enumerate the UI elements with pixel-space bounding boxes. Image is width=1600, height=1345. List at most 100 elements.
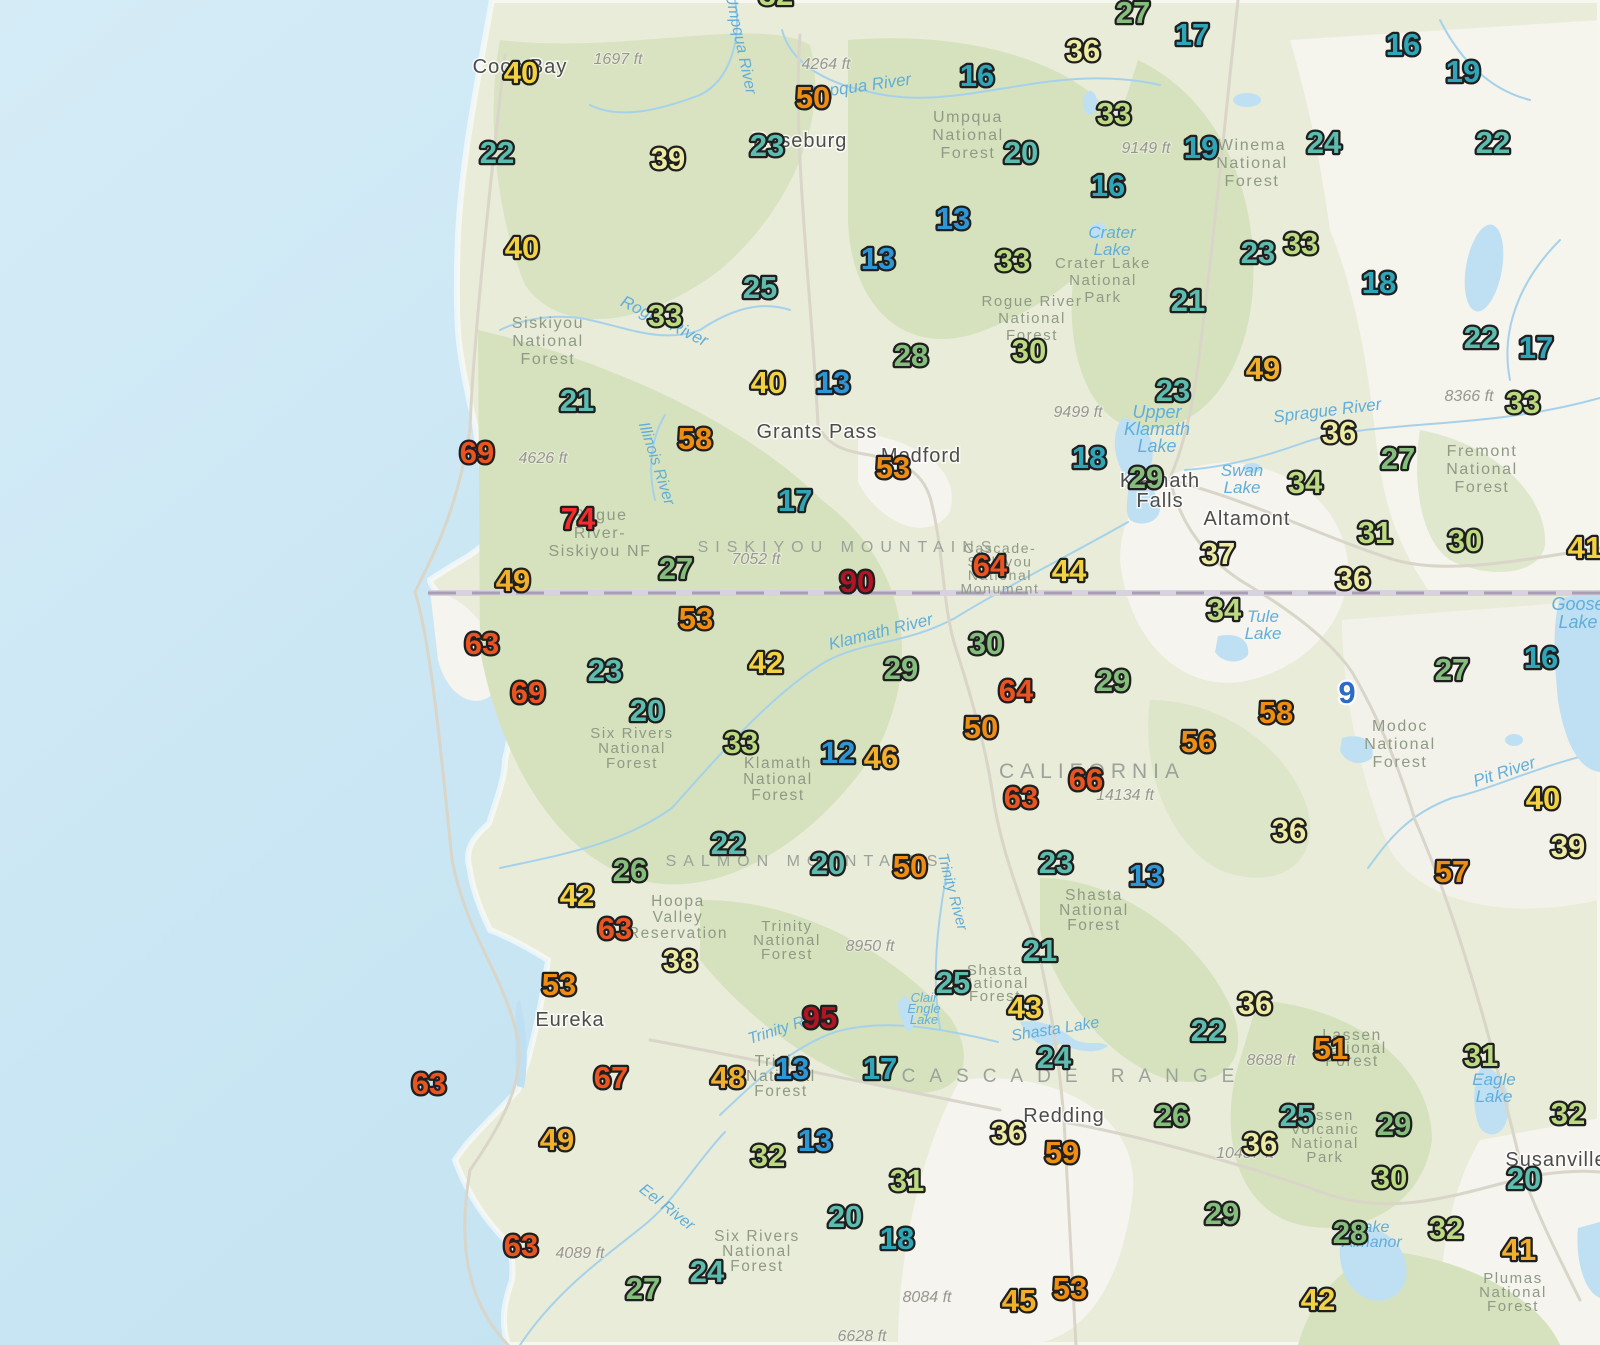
station-value-56: 56 bbox=[1181, 724, 1215, 759]
station-value-59: 59 bbox=[1045, 1135, 1079, 1170]
station-value-23: 23 bbox=[588, 653, 622, 688]
station-value-20: 20 bbox=[1004, 135, 1038, 170]
station-value-40: 40 bbox=[1526, 781, 1560, 816]
station-value-30: 30 bbox=[1012, 333, 1046, 368]
station-value-20: 20 bbox=[828, 1199, 862, 1234]
station-value-19: 19 bbox=[1446, 54, 1480, 89]
station-value-57: 57 bbox=[1435, 854, 1469, 889]
station-value-40: 40 bbox=[751, 365, 785, 400]
station-value-41: 41 bbox=[1502, 1232, 1536, 1267]
grants-pass: Grants Pass bbox=[756, 421, 877, 443]
goose-lake: GooseLake bbox=[1551, 594, 1600, 632]
station-value-63: 63 bbox=[1004, 780, 1038, 815]
station-value-33: 33 bbox=[996, 243, 1030, 278]
winema-nf: WinemaNationalForest bbox=[1216, 137, 1288, 190]
modoc-nf: ModocNationalForest bbox=[1364, 718, 1436, 771]
elevation-label: 4089 ft bbox=[556, 1245, 605, 1262]
station-value-32: 32 bbox=[751, 1138, 785, 1173]
plumas-nf: PlumasNationalForest bbox=[1479, 1270, 1547, 1315]
weather-gust-map[interactable]: SISKIYOU MOUNTAINSSALMON MOUNTAINSCASCAD… bbox=[0, 0, 1600, 1345]
station-value-33: 33 bbox=[724, 725, 758, 760]
station-value-42: 42 bbox=[1301, 1282, 1335, 1317]
station-value-74: 74 bbox=[561, 501, 596, 536]
siskiyou-nf: SiskiyouNationalForest bbox=[512, 315, 584, 368]
station-value-50: 50 bbox=[964, 710, 998, 745]
station-value-39: 39 bbox=[1551, 829, 1585, 864]
station-value-45: 45 bbox=[1002, 1283, 1036, 1318]
station-value-33: 33 bbox=[1284, 226, 1318, 261]
station-value-20: 20 bbox=[1507, 1161, 1541, 1196]
station-value-63: 63 bbox=[465, 626, 499, 661]
station-value-27: 27 bbox=[659, 551, 693, 586]
station-value-21: 21 bbox=[1171, 283, 1205, 318]
station-value-28: 28 bbox=[1333, 1215, 1367, 1250]
station-value-13: 13 bbox=[798, 1123, 832, 1158]
station-value-49: 49 bbox=[540, 1122, 574, 1157]
station-value-36: 36 bbox=[1336, 561, 1370, 596]
station-value-23: 23 bbox=[750, 128, 784, 163]
station-value-25: 25 bbox=[743, 270, 777, 305]
station-value-23: 23 bbox=[1156, 373, 1190, 408]
station-value-16: 16 bbox=[1091, 168, 1125, 203]
station-value-13: 13 bbox=[936, 201, 970, 236]
station-value-66: 66 bbox=[1069, 762, 1103, 797]
station-value-27: 27 bbox=[1381, 441, 1415, 476]
station-value-64: 64 bbox=[999, 673, 1034, 708]
elevation-label: 8950 ft bbox=[846, 938, 895, 955]
station-value-36: 36 bbox=[991, 1115, 1025, 1150]
station-value-30: 30 bbox=[1373, 1160, 1407, 1195]
station-value-25: 25 bbox=[1280, 1098, 1314, 1133]
station-value-49: 49 bbox=[496, 563, 530, 598]
station-value-31: 31 bbox=[890, 1163, 924, 1198]
station-value-27: 27 bbox=[626, 1271, 660, 1306]
station-value-58: 58 bbox=[1259, 695, 1293, 730]
station-value-29: 29 bbox=[1129, 460, 1163, 495]
station-value-17: 17 bbox=[1175, 17, 1209, 52]
elevation-label: 1697 ft bbox=[594, 51, 643, 68]
trinity-nf-north: TrinityNationalForest bbox=[753, 918, 821, 963]
station-value-26: 26 bbox=[1155, 1098, 1189, 1133]
station-value-19: 19 bbox=[1184, 130, 1218, 165]
station-value-29: 29 bbox=[1377, 1107, 1411, 1142]
umpqua-nf: UmpquaNationalForest bbox=[932, 109, 1004, 162]
station-value-42: 42 bbox=[749, 645, 783, 680]
station-value-67: 67 bbox=[594, 1060, 628, 1095]
station-value-37: 37 bbox=[1201, 536, 1235, 571]
station-value-33: 33 bbox=[648, 298, 682, 333]
station-value-44: 44 bbox=[1052, 553, 1087, 588]
elevation-label: 9499 ft bbox=[1054, 404, 1103, 421]
station-value-20: 20 bbox=[811, 846, 845, 881]
station-value-63: 63 bbox=[504, 1228, 538, 1263]
station-value-33: 33 bbox=[1506, 385, 1540, 420]
map-canvas[interactable]: SISKIYOU MOUNTAINSSALMON MOUNTAINSCASCAD… bbox=[0, 0, 1600, 1345]
station-value-16: 16 bbox=[1524, 640, 1558, 675]
station-value-27: 27 bbox=[1435, 652, 1469, 687]
station-value-17: 17 bbox=[778, 483, 812, 518]
station-value-20: 20 bbox=[630, 693, 664, 728]
station-value-36: 36 bbox=[1066, 33, 1100, 68]
station-value-34: 34 bbox=[1207, 592, 1242, 627]
station-value-29: 29 bbox=[884, 651, 918, 686]
swan-lake: SwanLake bbox=[1221, 461, 1264, 497]
station-value-24: 24 bbox=[1307, 125, 1342, 160]
station-value-32: 32 bbox=[759, 0, 793, 12]
station-value-33: 33 bbox=[1097, 96, 1131, 131]
station-value-69: 69 bbox=[511, 675, 545, 710]
station-value-53: 53 bbox=[679, 601, 713, 636]
station-value-9: 9 bbox=[1338, 675, 1355, 710]
station-value-31: 31 bbox=[1358, 515, 1392, 550]
station-value-53: 53 bbox=[542, 967, 576, 1002]
station-value-63: 63 bbox=[412, 1066, 446, 1101]
station-value-18: 18 bbox=[1072, 440, 1106, 475]
station-value-25: 25 bbox=[936, 965, 970, 1000]
station-value-39: 39 bbox=[651, 141, 685, 176]
station-value-29: 29 bbox=[1096, 663, 1130, 698]
station-value-46: 46 bbox=[864, 740, 898, 775]
station-value-90: 90 bbox=[840, 564, 874, 599]
tule-lake: TuleLake bbox=[1245, 607, 1282, 643]
station-value-53: 53 bbox=[1053, 1271, 1087, 1306]
klamath-nf: KlamathNationalForest bbox=[743, 755, 813, 804]
altamont: Altamont bbox=[1204, 508, 1291, 530]
fremont-nf: FremontNationalForest bbox=[1446, 443, 1518, 496]
station-value-22: 22 bbox=[1464, 320, 1498, 355]
